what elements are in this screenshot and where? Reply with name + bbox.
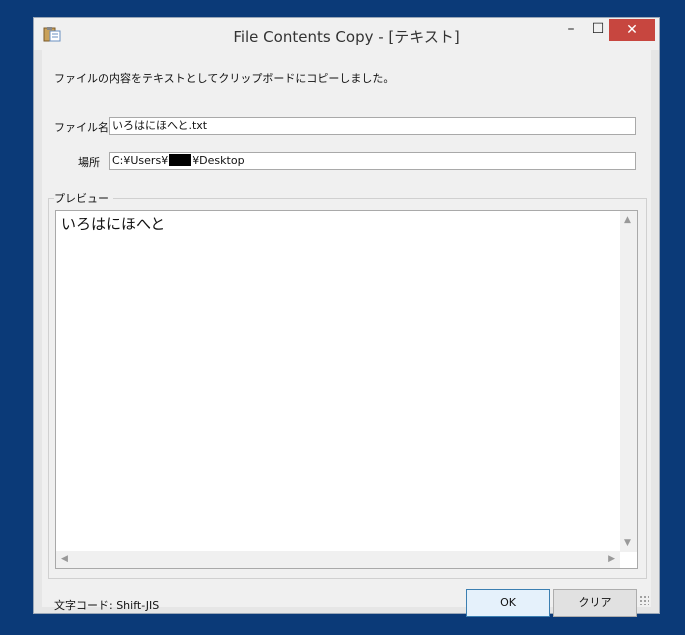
vertical-scrollbar[interactable]: ▲ ▼ [620, 211, 637, 552]
close-button[interactable]: ✕ [609, 19, 655, 41]
dialog-body: ファイルの内容をテキストとしてクリップボードにコピーしました。 ファイル名 いろ… [42, 50, 651, 617]
preview-textarea[interactable]: いろはにほへと ▲ ▼ ◀ ▶ [55, 210, 638, 569]
app-window: File Contents Copy - [テキスト] – ☐ ✕ ファイルの内… [33, 17, 660, 617]
filename-field[interactable]: いろはにほへと.txt [109, 117, 636, 135]
chevron-up-icon[interactable]: ▲ [624, 215, 631, 225]
encoding-status: 文字コード: Shift-JIS [54, 599, 160, 612]
horizontal-scrollbar[interactable]: ◀ ▶ [56, 551, 620, 568]
chevron-left-icon[interactable]: ◀ [61, 554, 68, 564]
preview-content: いろはにほへと [61, 215, 166, 233]
minimize-button[interactable]: – [559, 20, 583, 42]
location-field[interactable]: C:¥Users¥ ¥Desktop [109, 152, 636, 170]
maximize-button[interactable]: ☐ [586, 20, 610, 42]
title-bar[interactable]: File Contents Copy - [テキスト] – ☐ ✕ [34, 18, 659, 50]
clear-button[interactable]: クリア [553, 589, 637, 617]
chevron-down-icon[interactable]: ▼ [624, 538, 631, 548]
redacted-username [169, 154, 192, 166]
location-label: 場所 [78, 156, 100, 169]
preview-label: プレビュー [54, 190, 113, 206]
ok-button[interactable]: OK [466, 589, 550, 617]
status-message: ファイルの内容をテキストとしてクリップボードにコピーしました。 [54, 72, 395, 85]
resize-grip[interactable] [639, 595, 649, 605]
filename-label: ファイル名 [54, 121, 109, 134]
chevron-right-icon[interactable]: ▶ [608, 554, 615, 564]
location-suffix: ¥Desktop [192, 154, 245, 167]
location-prefix: C:¥Users¥ [112, 154, 169, 167]
